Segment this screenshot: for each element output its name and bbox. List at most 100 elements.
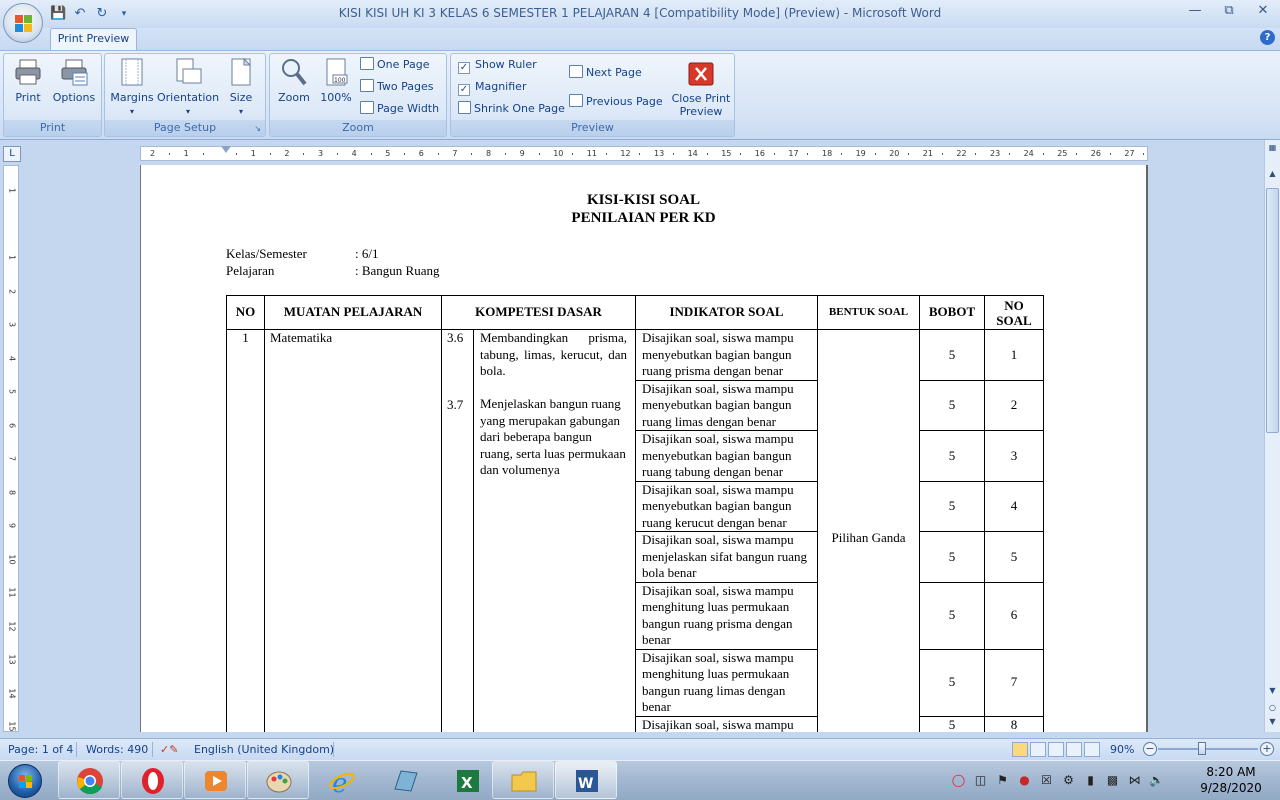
scroll-down-arrow-icon[interactable]: ▼	[1266, 685, 1279, 697]
customize-toolbar-icon[interactable]: ▾	[116, 6, 132, 22]
show-ruler-checkbox[interactable]: ✓ Show Ruler	[458, 56, 537, 74]
margins-button[interactable]: Margins ▾	[109, 57, 155, 118]
vertical-ruler-mark: 9	[7, 522, 17, 529]
ruler-tick	[471, 153, 473, 155]
taskbar-internet-explorer[interactable]: e	[310, 761, 372, 799]
vertical-scrollbar[interactable]: ▦ ▲ ▼ ○ ▼	[1264, 140, 1280, 732]
cell-no-soal: 6	[984, 581, 1044, 650]
tab-print-preview[interactable]: Print Preview	[50, 28, 137, 50]
cell-indikator: Disajikan soal, siswa mampu menjelaskan …	[635, 531, 818, 583]
cell-no-soal: 1	[984, 329, 1044, 381]
previous-page-button[interactable]: Previous Page	[569, 93, 663, 111]
zoom-level[interactable]: 90%	[1110, 743, 1134, 756]
taskbar-word[interactable]: W	[555, 761, 617, 799]
taskbar-paint[interactable]	[247, 761, 309, 799]
redo-icon[interactable]: ↻	[94, 6, 110, 22]
select-browse-object-icon[interactable]: ○	[1266, 702, 1279, 714]
taskbar-chrome[interactable]	[58, 761, 120, 799]
magnifier-checkbox[interactable]: ✓ Magnifier	[458, 78, 526, 96]
two-pages-button[interactable]: Two Pages	[360, 78, 433, 96]
vertical-ruler-mark: 7	[7, 455, 17, 462]
battery-icon[interactable]: ▮	[1082, 772, 1099, 789]
clock[interactable]: 8:20 AM 9/28/2020	[1196, 764, 1266, 796]
taskbar-opera[interactable]	[121, 761, 183, 799]
full-screen-view-icon[interactable]	[1030, 742, 1046, 757]
ruler-tick	[1042, 153, 1044, 155]
wifi-icon[interactable]: ⋈	[1126, 772, 1143, 789]
print-layout-view-icon[interactable]	[1012, 742, 1028, 757]
next-page-arrow-icon[interactable]: ▼	[1266, 716, 1279, 728]
scrollbar-thumb[interactable]	[1266, 188, 1279, 433]
zoom-button[interactable]: Zoom	[274, 57, 314, 104]
draft-view-icon[interactable]	[1084, 742, 1100, 757]
zoom-out-icon[interactable]: −	[1143, 742, 1157, 756]
size-button[interactable]: Size ▾	[223, 57, 259, 118]
ruler-tick	[1143, 153, 1145, 155]
one-page-button[interactable]: One Page	[360, 56, 430, 74]
taskbar-file-explorer[interactable]	[492, 761, 554, 799]
ruler-tick	[1009, 153, 1010, 155]
clock-time: 8:20 AM	[1206, 765, 1256, 779]
ruler-tick	[337, 153, 338, 155]
shrink-one-page-button[interactable]: Shrink One Page	[458, 100, 565, 118]
ruler-mark: 22	[956, 149, 967, 158]
taskbar-app[interactable]	[373, 761, 435, 799]
ruler-mark: 11	[586, 149, 597, 158]
network-device-icon[interactable]: ⚙	[1060, 772, 1077, 789]
start-button[interactable]	[2, 762, 48, 798]
close-print-preview-button[interactable]: Close Print Preview	[671, 62, 731, 118]
antivirus-icon[interactable]: ●	[1016, 772, 1033, 789]
ruler-mark: 19	[855, 149, 866, 158]
undo-icon[interactable]: ↶	[72, 6, 88, 22]
dialog-launcher-icon[interactable]: ↘	[254, 121, 261, 136]
cell-indikator: Disajikan soal, siswa mampu menyebutkan …	[635, 379, 818, 431]
taskbar-media-player[interactable]	[184, 761, 246, 799]
vertical-ruler-mark: 6	[7, 422, 17, 428]
ruler-mark: 25	[1057, 149, 1068, 158]
close-button[interactable]: ✕	[1246, 0, 1280, 22]
vertical-ruler[interactable]: 1 1 2 3 4 5 6 7 8 9 10 11 12 13 14 15	[3, 165, 19, 732]
horizontal-ruler[interactable]: 2 1 1 2 3 4 5 6 7 8 9 10 11 12 13 14 15 16 17 18 19 20 21 22 23 2…	[140, 146, 1148, 161]
excel-tray-icon[interactable]: ☒	[1038, 772, 1055, 789]
ruler-mark: 2	[150, 149, 156, 158]
help-icon[interactable]: ?	[1260, 30, 1275, 45]
save-icon[interactable]: 💾	[50, 6, 66, 22]
zoom-slider[interactable]	[1158, 748, 1258, 750]
orientation-button[interactable]: Orientation ▾	[157, 57, 219, 118]
ruler-mark: 4	[351, 149, 357, 158]
restore-button[interactable]: ⧉	[1212, 0, 1246, 22]
volume-icon[interactable]: 🔈	[1148, 772, 1165, 789]
opera-tray-icon[interactable]: ◯	[950, 772, 967, 789]
next-page-button[interactable]: Next Page	[569, 64, 642, 82]
ruler-mark: 1	[250, 149, 256, 158]
tab-selector[interactable]: L	[3, 146, 21, 162]
ruler-tick	[169, 153, 170, 155]
web-layout-view-icon[interactable]	[1048, 742, 1064, 757]
indent-marker[interactable]	[221, 146, 231, 153]
word-count[interactable]: Words: 490	[86, 743, 148, 756]
page-width-button[interactable]: Page Width	[360, 100, 439, 118]
options-button[interactable]: Options	[50, 57, 98, 104]
ruler-mark: 14	[687, 149, 698, 158]
svg-text:W: W	[578, 776, 593, 792]
zoom-in-icon[interactable]: +	[1260, 742, 1274, 756]
cell-bobot: 5	[919, 715, 985, 732]
vertical-ruler-mark: 14	[7, 687, 17, 699]
signal-icon[interactable]: ▩	[1104, 772, 1121, 789]
language-indicator[interactable]: English (United Kingdom)	[194, 743, 334, 756]
zoom-slider-thumb[interactable]	[1198, 742, 1206, 755]
outline-view-icon[interactable]	[1066, 742, 1082, 757]
print-button[interactable]: Print	[10, 57, 46, 104]
ruler-toggle-icon[interactable]: ▦	[1266, 142, 1279, 154]
scroll-up-arrow-icon[interactable]: ▲	[1266, 168, 1279, 180]
app-tray-icon[interactable]: ◫	[972, 772, 989, 789]
office-button[interactable]	[3, 3, 43, 43]
orientation-icon	[173, 57, 203, 87]
minimize-button[interactable]: —	[1178, 0, 1212, 22]
zoom-100-button[interactable]: 100 100%	[316, 57, 356, 104]
proofing-icon[interactable]: ✓✎	[160, 743, 178, 756]
taskbar-excel[interactable]: X	[436, 761, 498, 799]
flag-icon[interactable]: ⚑	[994, 772, 1011, 789]
internet-explorer-icon: e	[328, 767, 356, 799]
page-count[interactable]: Page: 1 of 4	[8, 743, 73, 756]
